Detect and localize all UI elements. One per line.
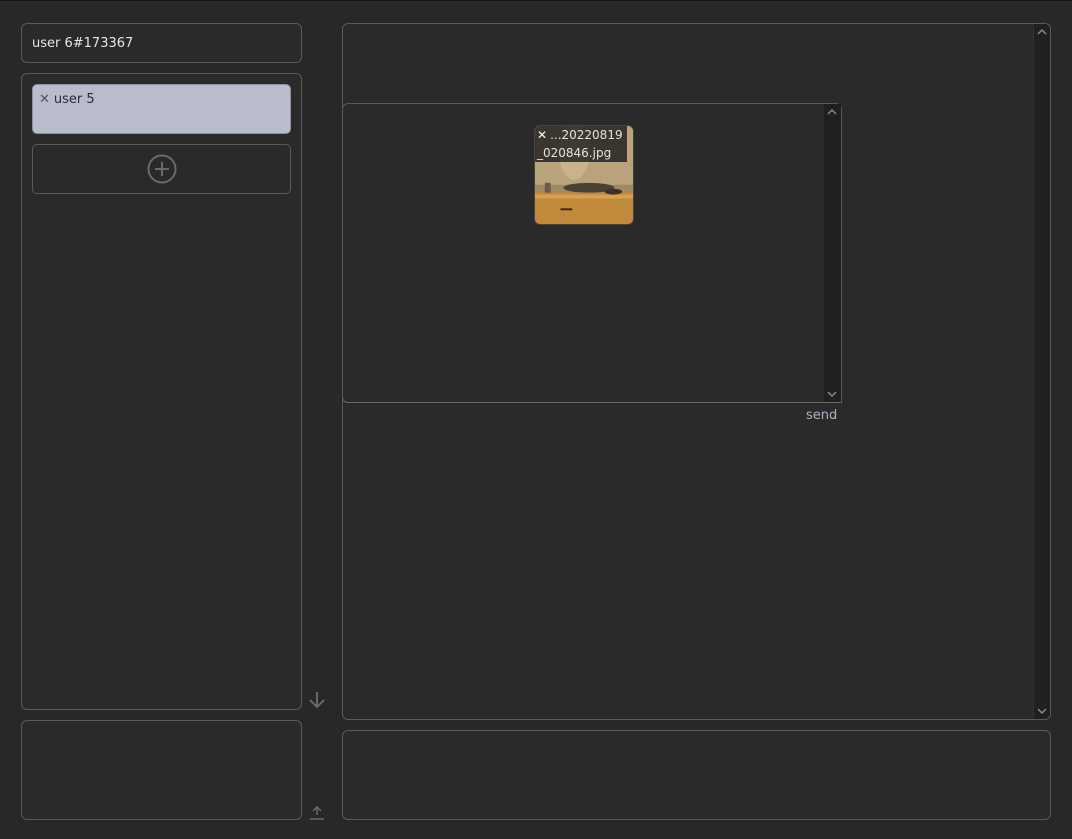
close-icon[interactable]: ✕: [39, 92, 50, 108]
contact-name: user 5: [53, 92, 95, 107]
attachment-caption: ✕ ...20220819_020846.jpg: [535, 126, 627, 162]
username-label: user 6#173367: [32, 36, 134, 51]
add-contact-button[interactable]: [32, 144, 291, 194]
message-input[interactable]: [342, 730, 1051, 820]
contact-item-user-5[interactable]: ✕ user 5: [32, 84, 291, 134]
remove-attachment-icon[interactable]: ✕: [537, 128, 547, 142]
compose-box[interactable]: ✕ ...20220819_020846.jpg: [343, 103, 842, 403]
arrow-down-icon[interactable]: [306, 689, 328, 711]
send-button[interactable]: send: [806, 408, 837, 423]
chat-area: ✕ ...20220819_020846.jpg send: [342, 23, 1051, 720]
scroll-up-icon[interactable]: [1036, 26, 1048, 38]
scroll-up-icon[interactable]: [826, 106, 838, 118]
plus-circle-icon: [147, 154, 176, 184]
scroll-down-icon[interactable]: [826, 388, 838, 400]
notes-box[interactable]: [21, 720, 302, 820]
username-field[interactable]: user 6#173367: [21, 23, 302, 63]
attachment-filename: ...20220819_020846.jpg: [537, 128, 623, 160]
contact-list: ✕ user 5: [21, 73, 302, 710]
scroll-down-icon[interactable]: [1036, 705, 1048, 717]
image-attachment[interactable]: ✕ ...20220819_020846.jpg: [534, 125, 634, 225]
app-window: user 6#173367 ✕ user 5 ✕ ...20220819_020…: [0, 0, 1072, 839]
chat-scrollbar[interactable]: [1033, 24, 1050, 719]
upload-arrow-icon[interactable]: [308, 804, 326, 822]
compose-scrollbar[interactable]: [824, 104, 841, 402]
